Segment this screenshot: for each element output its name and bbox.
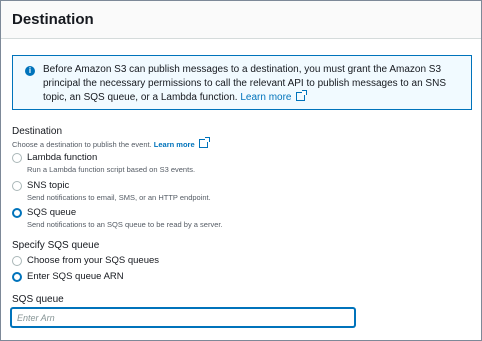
external-link-icon [295,90,307,101]
radio-label: SNS topic [27,180,70,191]
destination-label: Destination [12,126,63,137]
radio-description: Run a Lambda function script based on S3… [27,165,196,174]
sqs-queue-arn-input[interactable] [11,308,355,327]
info-icon: i [25,66,35,76]
info-alert-text: Before Amazon S3 can publish messages to… [43,63,463,105]
radio-label: SQS queue [27,207,77,218]
panel-header: Destination [1,1,481,39]
external-link-icon [198,137,210,148]
sqs-queue-label: SQS queue [12,294,64,305]
destination-learn-more-link[interactable]: Learn more [154,137,210,149]
radio-button-selected[interactable] [12,208,22,218]
radio-button[interactable] [12,153,22,163]
destination-description: Choose a destination to publish the even… [12,137,210,149]
radio-description: Send notifications to email, SMS, or an … [27,193,211,202]
destination-panel: Destination i Before Amazon S3 can publi… [0,0,482,341]
specify-sqs-queue-label: Specify SQS queue [12,240,100,251]
radio-label: Choose from your SQS queues [27,255,160,266]
radio-button[interactable] [12,256,22,266]
info-learn-more-link[interactable]: Learn more [240,90,307,103]
radio-button-selected[interactable] [12,272,22,282]
radio-label: Lambda function [27,152,98,163]
radio-label: Enter SQS queue ARN [27,271,124,282]
panel-title: Destination [12,11,94,28]
info-alert: i Before Amazon S3 can publish messages … [12,55,472,110]
radio-description: Send notifications to an SQS queue to be… [27,220,223,229]
radio-button[interactable] [12,181,22,191]
